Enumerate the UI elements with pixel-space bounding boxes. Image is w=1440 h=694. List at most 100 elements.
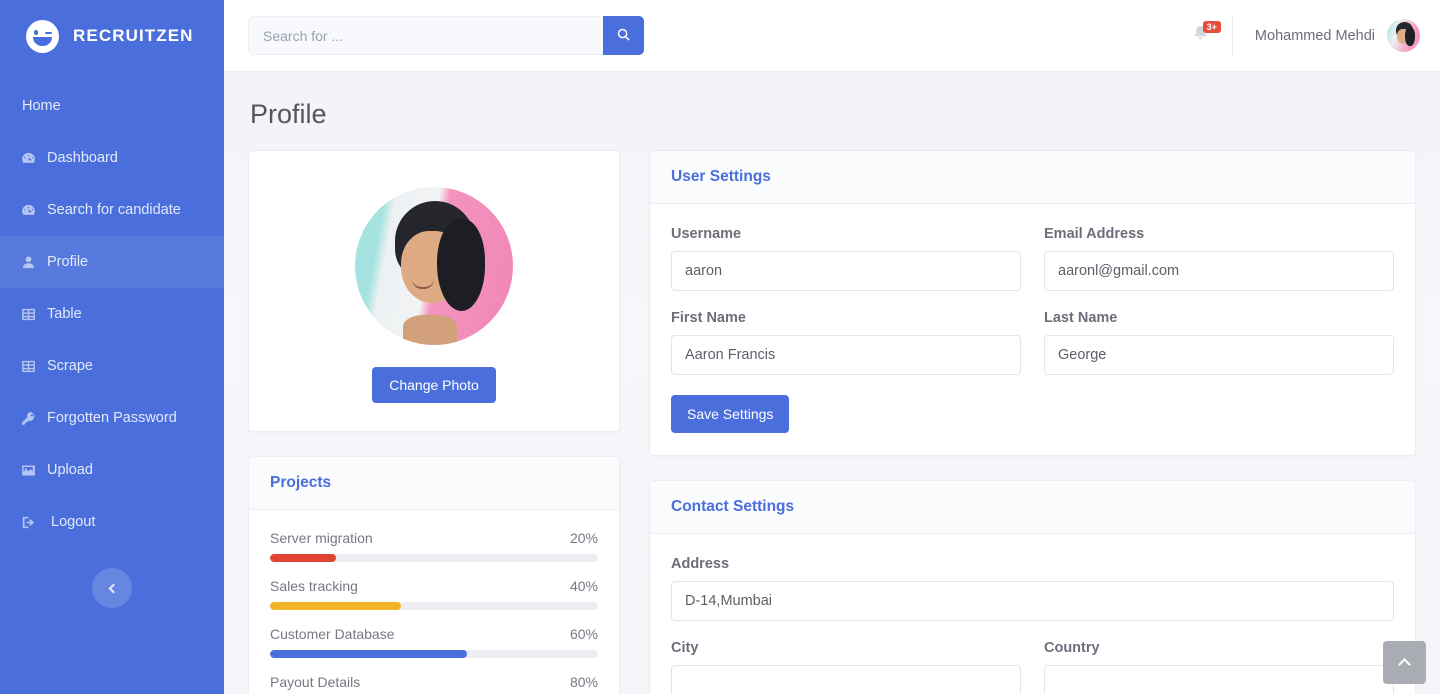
search-input[interactable] <box>248 16 603 55</box>
contact-settings-card: Contact Settings Address D-14,Mumbai Cit… <box>649 480 1416 694</box>
progress-track <box>270 602 598 610</box>
sidebar-item-label: Logout <box>51 514 96 530</box>
tachometer-icon <box>20 150 37 167</box>
contact-settings-title: Contact Settings <box>671 498 795 515</box>
brand[interactable]: RECRUITZEN <box>0 0 224 72</box>
email-field-group: Email Address <box>1044 226 1394 291</box>
change-photo-button[interactable]: Change Photo <box>372 367 496 403</box>
sidebar: RECRUITZEN Home Dashboard Search for can… <box>0 0 224 694</box>
country-label: Country <box>1044 640 1100 656</box>
project-item: Payout Details 80% <box>270 674 598 694</box>
city-input[interactable] <box>671 665 1021 694</box>
save-settings-button[interactable]: Save Settings <box>671 395 790 433</box>
sidebar-item-search-for-candidate[interactable]: Search for candidate <box>0 184 224 236</box>
chevron-up-icon <box>1398 658 1411 671</box>
sidebar-item-upload[interactable]: Upload <box>0 444 224 496</box>
first-name-field-group: First Name <box>671 310 1021 375</box>
sidebar-nav: Home Dashboard Search for candidate Prof… <box>0 80 224 548</box>
sign-out-icon <box>20 514 37 531</box>
project-name: Payout Details <box>270 674 361 690</box>
search-bar <box>248 16 644 55</box>
sidebar-item-dashboard[interactable]: Dashboard <box>0 132 224 184</box>
user-settings-title: User Settings <box>671 168 771 185</box>
key-icon <box>20 410 37 427</box>
address-label: Address <box>671 556 730 572</box>
last-name-input[interactable] <box>1044 335 1394 375</box>
sidebar-item-profile[interactable]: Profile <box>0 236 224 288</box>
user-name: Mohammed Mehdi <box>1254 27 1375 44</box>
project-item: Customer Database 60% <box>270 626 598 658</box>
first-name-label: First Name <box>671 310 746 326</box>
last-name-label: Last Name <box>1044 310 1118 326</box>
first-name-input[interactable] <box>671 335 1021 375</box>
progress-fill <box>270 650 467 658</box>
search-button[interactable] <box>603 16 644 55</box>
sidebar-item-logout[interactable]: Logout <box>0 496 224 548</box>
user-settings-card: User Settings Username Email Address <box>649 150 1416 456</box>
sidebar-item-label: Search for candidate <box>47 202 181 218</box>
sidebar-item-scrape[interactable]: Scrape <box>0 340 224 392</box>
address-input[interactable] <box>671 581 1394 621</box>
notifications-button[interactable]: 3+ <box>1181 20 1232 48</box>
user-icon <box>20 254 37 271</box>
project-name: Server migration <box>270 530 373 546</box>
sidebar-item-label: Profile <box>47 254 89 270</box>
photo-card: Change Photo <box>248 150 620 432</box>
project-percent: 40% <box>569 578 598 594</box>
sidebar-item-forgotten-password[interactable]: Forgotten Password <box>0 392 224 444</box>
app-root: RECRUITZEN Home Dashboard Search for can… <box>0 0 1440 694</box>
project-percent: 60% <box>569 626 598 642</box>
project-item: Sales tracking 40% <box>270 578 598 610</box>
sidebar-item-table[interactable]: Table <box>0 288 224 340</box>
sidebar-item-label: Dashboard <box>47 150 118 166</box>
last-name-field-group: Last Name <box>1044 310 1394 375</box>
brand-name: RECRUITZEN <box>73 26 194 45</box>
chevron-left-icon <box>108 583 119 593</box>
topbar-right: 3+ Mohammed Mehdi <box>1181 16 1420 55</box>
image-icon <box>20 462 37 479</box>
project-name: Customer Database <box>270 626 395 642</box>
main-area: 3+ Mohammed Mehdi Profile <box>224 0 1440 694</box>
left-column: Change Photo Projects Server migration 2… <box>248 150 620 694</box>
country-field-group: Country <box>1044 640 1394 694</box>
country-input[interactable] <box>1044 665 1394 694</box>
projects-title: Projects <box>270 474 332 491</box>
tachometer-icon <box>20 202 37 219</box>
sidebar-item-label: Upload <box>47 462 93 478</box>
user-settings-header: User Settings <box>650 151 1415 204</box>
wink-face-icon <box>26 19 59 53</box>
progress-track <box>270 554 598 562</box>
projects-card: Projects Server migration 20% Sales trac… <box>248 456 620 694</box>
username-field-group: Username <box>671 226 1021 291</box>
projects-card-header: Projects <box>249 457 619 510</box>
sidebar-collapse-button[interactable] <box>92 568 132 608</box>
address-field-group: Address <box>671 556 1394 621</box>
topbar: 3+ Mohammed Mehdi <box>224 0 1440 72</box>
progress-fill <box>270 602 402 610</box>
avatar <box>1387 19 1420 52</box>
email-label: Email Address <box>1044 226 1145 242</box>
scroll-to-top-button[interactable] <box>1383 641 1426 684</box>
city-label: City <box>671 640 699 656</box>
search-icon <box>616 27 631 45</box>
projects-list: Server migration 20% Sales tracking 40% … <box>249 510 619 694</box>
profile-photo <box>355 187 513 345</box>
project-item: Server migration 20% <box>270 530 598 562</box>
progress-fill <box>270 554 336 562</box>
contact-settings-body: Address City Country <box>650 534 1415 694</box>
contact-settings-header: Contact Settings <box>650 481 1415 534</box>
user-menu[interactable]: Mohammed Mehdi <box>1233 19 1420 52</box>
notification-badge: 3+ <box>1202 20 1221 34</box>
username-input[interactable] <box>671 251 1021 291</box>
sidebar-item-label: Forgotten Password <box>47 410 177 426</box>
sidebar-item-label: Table <box>47 306 82 322</box>
right-column: User Settings Username Email Address <box>649 150 1416 694</box>
user-settings-body: Username Email Address First <box>650 204 1415 455</box>
project-percent: 80% <box>569 674 598 690</box>
progress-track <box>270 650 598 658</box>
sidebar-item-home[interactable]: Home <box>0 80 224 132</box>
username-label: Username <box>671 226 742 242</box>
email-input[interactable] <box>1044 251 1394 291</box>
content-area: Profile Change Photo Projects Server mig… <box>224 72 1440 694</box>
city-field-group: City <box>671 640 1021 694</box>
